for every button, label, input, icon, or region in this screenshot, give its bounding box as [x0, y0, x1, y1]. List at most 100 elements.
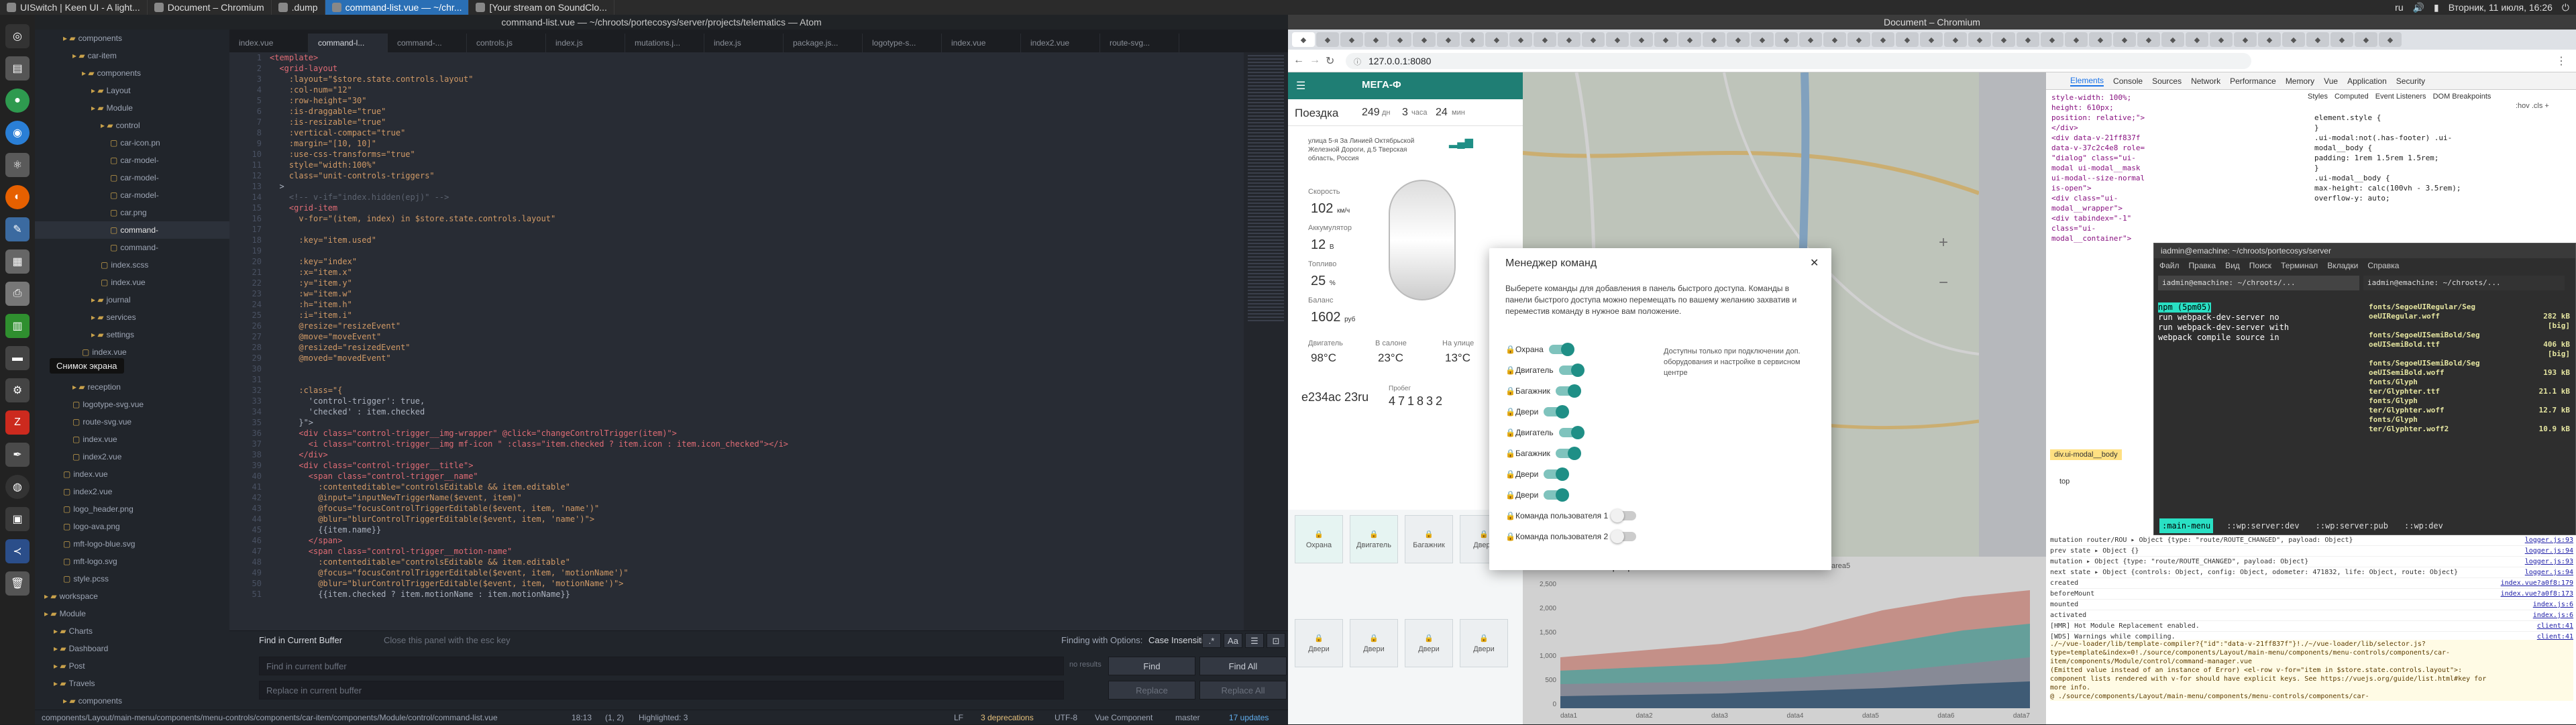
editor-tab[interactable]: package.js... [784, 34, 863, 52]
quick-control-button[interactable]: 🔒 Охрана [1295, 515, 1343, 563]
screenshot-icon[interactable]: ▣ [5, 507, 30, 531]
browser-tab[interactable]: ◆ [1968, 32, 1991, 47]
tree-file[interactable]: ▢ index.scss [35, 256, 229, 274]
taskbar-task[interactable]: command-list.vue — ~/chr... [325, 0, 470, 15]
files-icon[interactable]: ▤ [5, 56, 30, 80]
browser-tab[interactable]: ◆ [1364, 32, 1387, 47]
browser-tab[interactable]: ◆ [2113, 32, 2136, 47]
console-source-link[interactable]: client:41 [2537, 621, 2573, 631]
find-input[interactable]: Find in current buffer [259, 657, 1064, 675]
monitor-icon[interactable]: ▥ [5, 314, 30, 338]
browser-tab[interactable]: ◆ [2089, 32, 2112, 47]
editor-tab[interactable]: index.js [546, 34, 625, 52]
browser-tab[interactable]: ◆ [2306, 32, 2329, 47]
editor-tab[interactable]: command-l... [309, 34, 388, 52]
quick-control-button[interactable]: 🔒 Двери [1295, 619, 1343, 667]
taskbar-task[interactable]: [Your stream on SoundClo... [469, 0, 614, 15]
tree-folder[interactable]: ▸ ▰ Layout [35, 82, 229, 99]
battery-icon[interactable]: ▮ [2434, 2, 2439, 13]
tmux-window[interactable]: :main-menu [2159, 518, 2214, 533]
tree-folder[interactable]: ▸ ▰ Travels [35, 675, 229, 692]
status-cursor[interactable]: 18:13 [572, 710, 592, 725]
browser-tab[interactable]: ◆ [2234, 32, 2257, 47]
code-editor[interactable]: 1 <template> 2 <grid-layout 3 :layout="$sto… [229, 52, 1244, 630]
browser-tab[interactable]: ◆ [1654, 32, 1677, 47]
terminal-menu-item[interactable]: Поиск [2249, 258, 2271, 273]
taskbar-task[interactable]: Document – Chromium [148, 0, 272, 15]
command-toggle[interactable] [1611, 509, 1637, 522]
tree-file[interactable]: ▢ logotype-svg.vue [35, 396, 229, 413]
dom-node[interactable]: <div data-v-21ff837f [2051, 133, 2306, 143]
dom-node[interactable]: position: relative;"> [2051, 113, 2306, 123]
browser-tab[interactable]: ◆ [1292, 32, 1315, 47]
console-source-link[interactable]: logger.js:93 [2525, 535, 2573, 545]
browser-tab[interactable]: ◆ [2355, 32, 2377, 47]
terminal-left-pane[interactable]: npm (5pm05) run webpack-dev-server no run … [2158, 302, 2366, 343]
dom-node[interactable]: "dialog" class="ui- [2051, 153, 2306, 163]
browser-tab[interactable]: ◆ [1630, 32, 1653, 47]
browser-tab[interactable]: ◆ [1799, 32, 1822, 47]
browser-tab[interactable]: ◆ [2137, 32, 2160, 47]
dom-node[interactable]: modal ui-modal__mask [2051, 163, 2306, 173]
tree-file[interactable]: ▢ index2.vue [35, 448, 229, 465]
browser-tab[interactable]: ◆ [2330, 32, 2353, 47]
terminal-menu-item[interactable]: Правка [2189, 258, 2216, 273]
terminal-menu-item[interactable]: Вкладки [2327, 258, 2358, 273]
command-toggle[interactable] [1555, 447, 1581, 460]
editor-tab[interactable]: command-... [388, 34, 467, 52]
dom-node[interactable]: </div> [2051, 123, 2306, 133]
camera-icon[interactable]: ◍ [5, 475, 30, 499]
tree-folder[interactable]: ▸ ▰ components [35, 30, 229, 47]
dom-node[interactable]: data-v-37c2c4e8 role= [2051, 143, 2306, 153]
browser-tab[interactable]: ◆ [1485, 32, 1508, 47]
url-input[interactable]: 127.0.0.1:8080 [1346, 53, 2251, 69]
browser-tab[interactable]: ◆ [1944, 32, 1967, 47]
browser-tab[interactable]: ◆ [1872, 32, 1894, 47]
command-toggle[interactable] [1548, 343, 1574, 356]
tree-file[interactable]: ▢ car-model- [35, 152, 229, 169]
find-all-button[interactable]: Find All [1199, 657, 1287, 675]
tree-file[interactable]: ▢ route-svg.vue [35, 413, 229, 431]
terminal-icon[interactable]: ▬ [5, 346, 30, 370]
tree-file[interactable]: ▢ index.vue [35, 274, 229, 291]
close-icon[interactable]: ✕ [1810, 256, 1819, 270]
power-icon[interactable]: ⏻ [2562, 2, 2569, 13]
tree-file[interactable]: ▢ index.vue [35, 431, 229, 448]
console-source-link[interactable]: index.js:6 [2533, 600, 2573, 610]
tree-file[interactable]: ▢ command- [35, 239, 229, 256]
console-source-link[interactable]: logger.js:94 [2525, 546, 2573, 556]
terminal-right-pane[interactable]: fonts/SegoeUIRegular/Seg oeUIRegular.woff… [2369, 302, 2570, 434]
devtools-tab[interactable]: Sources [2152, 76, 2182, 86]
devtools-tab[interactable]: Performance [2230, 76, 2276, 86]
hamburger-icon[interactable]: ☰ [1296, 79, 1305, 93]
info-icon[interactable]: ⓘ [1354, 56, 1361, 67]
browser-tab[interactable]: ◆ [1823, 32, 1846, 47]
reload-icon[interactable]: ↻ [1326, 54, 1334, 68]
browser-tab[interactable]: ◆ [1992, 32, 2015, 47]
tree-file[interactable]: ▢ command- [35, 221, 229, 239]
command-toggle[interactable] [1555, 384, 1581, 398]
tree-file[interactable]: ▢ style.pcss [35, 570, 229, 588]
tree-folder[interactable]: ▸ ▰ components [35, 692, 229, 710]
dom-node[interactable]: style-width: 100%; [2051, 93, 2306, 103]
browser-tab[interactable]: ◆ [1703, 32, 1725, 47]
status-grammar[interactable]: Vue Component [1095, 710, 1152, 725]
console-source-link[interactable]: index.vue?a0f8:179 [2501, 578, 2573, 588]
tree-folder[interactable]: ▸ ▰ Charts [35, 622, 229, 640]
browser-tab[interactable]: ◆ [1509, 32, 1532, 47]
quick-control-button[interactable]: 🔒 Двери [1405, 619, 1453, 667]
console-source-link[interactable]: index.vue?a0f8:173 [2501, 589, 2573, 599]
status-encoding[interactable]: UTF-8 [1055, 710, 1077, 725]
case-toggle[interactable]: Aa [1224, 633, 1242, 648]
tree-folder[interactable]: ▸ ▰ car-item [35, 47, 229, 64]
firefox-icon[interactable]: ◐ [5, 185, 30, 209]
tree-folder[interactable]: ▸ ▰ Post [35, 657, 229, 675]
browser-tab[interactable]: ◆ [2041, 32, 2063, 47]
settings-icon[interactable]: ⚙ [5, 378, 30, 402]
quick-control-button[interactable]: 🔒 Двери [1460, 619, 1508, 667]
dom-node[interactable]: modal__container"> [2051, 233, 2306, 243]
dom-node[interactable]: ui-modal--size-normal [2051, 173, 2306, 183]
dom-node[interactable]: modal__wrapper"> [2051, 203, 2306, 213]
tree-file[interactable]: ▢ car.png [35, 204, 229, 221]
devtools-tab[interactable]: Application [2347, 76, 2387, 86]
